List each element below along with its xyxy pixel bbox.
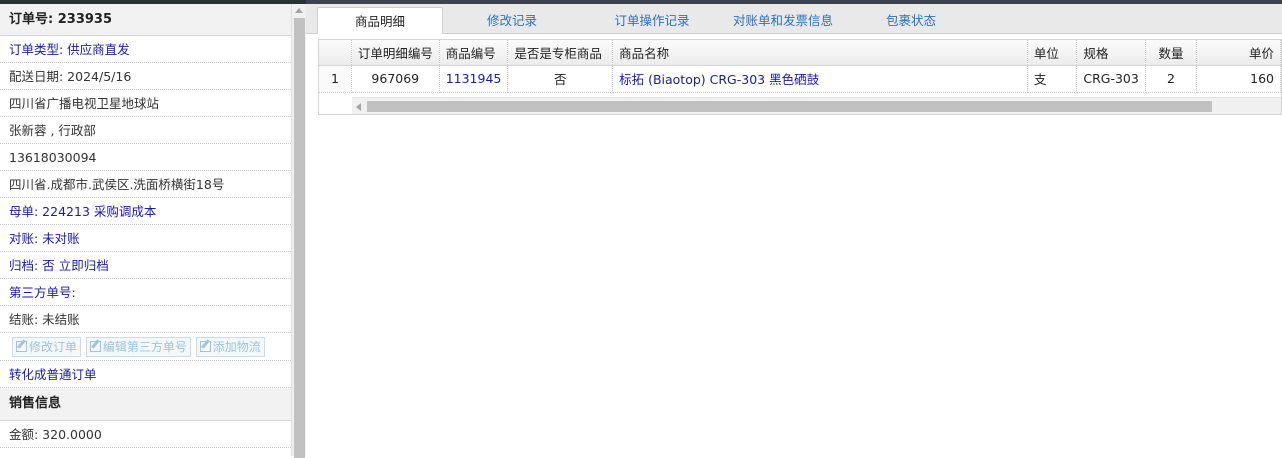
- add-logistics-button[interactable]: 添加物流: [195, 337, 265, 357]
- column-header-is-counter[interactable]: 是否是专柜商品: [507, 40, 614, 66]
- contact-person: 张新蓉 , 行政部: [0, 117, 291, 144]
- settlement-status: 结账: 未结账: [0, 306, 291, 333]
- column-header-price[interactable]: 单价: [1196, 40, 1281, 66]
- tab-package-status[interactable]: 包裹状态: [861, 7, 961, 34]
- grid-horizontal-scrollbar[interactable]: [352, 97, 1281, 114]
- column-header-spec[interactable]: 规格: [1076, 40, 1146, 66]
- cell-detail-id: 967069: [351, 65, 440, 93]
- cell-product-id-link[interactable]: 1131945: [439, 65, 509, 93]
- order-type: 订单类型: 供应商直发: [0, 36, 291, 63]
- column-header-detail-id[interactable]: 订单明细编号: [351, 40, 440, 66]
- column-header-qty[interactable]: 数量: [1145, 40, 1198, 66]
- horizontal-scrollbar-thumb[interactable]: [367, 101, 1212, 112]
- tab-operation-log[interactable]: 订单操作记录: [582, 7, 722, 34]
- cell-product-name-link[interactable]: 标拓 (Biaotop) CRG-303 黑色硒鼓: [612, 65, 1028, 93]
- edit-third-party-label: 编辑第三方单号: [102, 340, 187, 354]
- tab-reconcile-invoice[interactable]: 对账单和发票信息: [708, 7, 858, 34]
- edit-third-party-button[interactable]: 编辑第三方单号: [85, 337, 191, 357]
- third-party-number: 第三方单号:: [0, 279, 291, 306]
- cell-spec: CRG-303: [1076, 65, 1146, 93]
- action-buttons: 修改订单 编辑第三方单号 添加物流: [0, 333, 291, 361]
- order-info-panel: 订单号: 233935 订单类型: 供应商直发 配送日期: 2024/5/16 …: [0, 4, 306, 458]
- order-number-header: 订单号: 233935: [0, 4, 291, 36]
- edit-order-button[interactable]: 修改订单: [12, 337, 82, 357]
- edit-icon: [89, 341, 101, 352]
- column-header-unit[interactable]: 单位: [1027, 40, 1078, 66]
- archive-row: 归档: 否 立即归档: [0, 252, 291, 279]
- order-info-list: 订单号: 233935 订单类型: 供应商直发 配送日期: 2024/5/16 …: [0, 4, 291, 456]
- contact-phone: 13618030094: [0, 144, 291, 171]
- edit-order-label: 修改订单: [29, 340, 78, 354]
- scrollbar-thumb[interactable]: [294, 18, 305, 458]
- archive-value: 否: [42, 258, 55, 273]
- cell-price: 160: [1196, 65, 1281, 93]
- archive-label: 归档:: [9, 258, 43, 273]
- column-header-product-name[interactable]: 商品名称: [612, 40, 1028, 66]
- reconcile-status: 对账: 未对账: [0, 225, 291, 252]
- cell-qty: 2: [1145, 65, 1198, 93]
- scroll-left-arrow-icon[interactable]: [356, 103, 361, 111]
- scroll-up-arrow-icon[interactable]: [295, 8, 303, 13]
- edit-icon: [16, 341, 27, 352]
- column-header-product-id[interactable]: 商品编号: [439, 40, 509, 66]
- product-grid: 订单明细编号 商品编号 是否是专柜商品 商品名称 单位 规格 数量 单价 1 9…: [318, 39, 1282, 115]
- delivery-address: 四川省.成都市.武侯区.洗面桥横街18号: [0, 171, 291, 198]
- row-number: 1: [319, 65, 352, 93]
- edit-icon: [199, 341, 211, 352]
- customer-name: 四川省广播电视卫星地球站: [0, 90, 291, 117]
- left-panel-scrollbar[interactable]: [291, 4, 306, 458]
- product-table: 订单明细编号 商品编号 是否是专柜商品 商品名称 单位 规格 数量 单价 1 9…: [319, 40, 1281, 93]
- delivery-date: 配送日期: 2024/5/16: [0, 63, 291, 90]
- table-header-row: 订单明细编号 商品编号 是否是专柜商品 商品名称 单位 规格 数量 单价: [319, 40, 1281, 66]
- tab-bar: 商品明细 修改记录 订单操作记录 对账单和发票信息 包裹状态: [306, 4, 1282, 34]
- tab-modify-log[interactable]: 修改记录: [452, 7, 572, 34]
- column-header-rownum: [319, 40, 352, 66]
- tab-product-details[interactable]: 商品明细: [317, 7, 443, 34]
- sales-amount: 金额: 320.0000: [0, 421, 291, 448]
- archive-now-link[interactable]: 立即归档: [59, 258, 109, 273]
- table-row[interactable]: 1 967069 1131945 否 标拓 (Biaotop) CRG-303 …: [319, 65, 1281, 93]
- detail-panel: 商品明细 修改记录 订单操作记录 对账单和发票信息 包裹状态 订单明细编号 商品…: [306, 4, 1282, 456]
- convert-order-link[interactable]: 转化成普通订单: [0, 361, 291, 388]
- sales-info-header: 销售信息: [0, 388, 291, 421]
- add-logistics-label: 添加物流: [212, 340, 261, 354]
- parent-order-link[interactable]: 母单: 224213 采购调成本: [0, 198, 291, 225]
- cell-unit: 支: [1027, 65, 1078, 93]
- cell-is-counter: 否: [507, 65, 614, 93]
